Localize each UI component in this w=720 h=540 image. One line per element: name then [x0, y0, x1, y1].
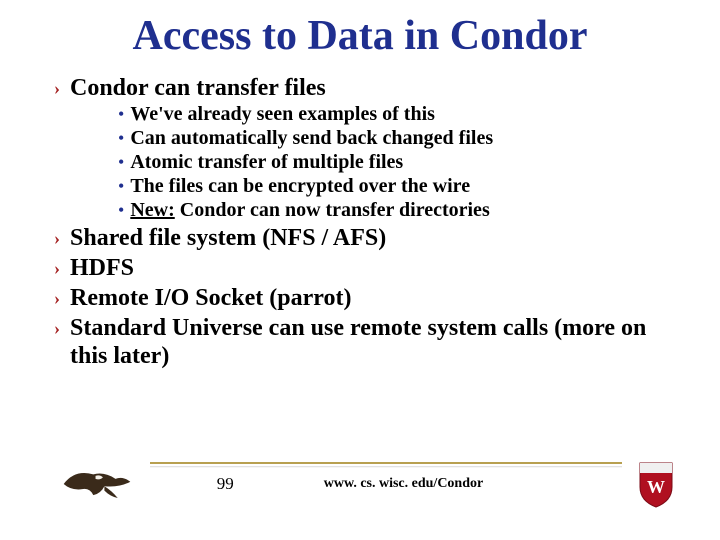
bullet-item: › Standard Universe can use remote syste… [54, 314, 672, 370]
bullet-item: › HDFS [54, 254, 672, 282]
sub-item: • Can automatically send back changed fi… [118, 126, 672, 150]
sub-item: • New: Condor can now transfer directori… [118, 198, 672, 222]
footer-center: 99 www. cs. wisc. edu/Condor [104, 474, 636, 494]
bullet-dot-icon: • [118, 150, 124, 174]
slide: Access to Data in Condor › Condor can tr… [0, 0, 720, 540]
svg-text:W: W [647, 477, 665, 497]
sub-item: • Atomic transfer of multiple files [118, 150, 672, 174]
bullet-text: HDFS [70, 254, 134, 282]
footer: 99 www. cs. wisc. edu/Condor W [60, 456, 676, 512]
sub-text: We've already seen examples of this [130, 102, 435, 126]
bullet-item: › Remote I/O Socket (parrot) [54, 284, 672, 312]
sub-item: • The files can be encrypted over the wi… [118, 174, 672, 198]
slide-title: Access to Data in Condor [48, 12, 672, 60]
bullet-item: › Shared file system (NFS / AFS) [54, 224, 672, 252]
bullet-text: Shared file system (NFS / AFS) [70, 224, 386, 252]
bullet-text: Standard Universe can use remote system … [70, 314, 672, 370]
bullet-dot-icon: • [118, 174, 124, 198]
chevron-right-icon: › [54, 224, 60, 252]
underline-text: New: [130, 199, 174, 221]
bullet-text: Condor can transfer files [70, 74, 326, 102]
sub-text-rest: Condor can now transfer directories [175, 199, 490, 221]
bullet-text: Remote I/O Socket (parrot) [70, 284, 351, 312]
bullet-dot-icon: • [118, 102, 124, 126]
slide-content: › Condor can transfer files • We've alre… [48, 74, 672, 370]
chevron-right-icon: › [54, 74, 60, 102]
bullet-dot-icon: • [118, 198, 124, 222]
sub-text: Atomic transfer of multiple files [130, 150, 403, 174]
page-number: 99 [217, 474, 234, 494]
sub-list: • We've already seen examples of this • … [118, 102, 672, 222]
chevron-right-icon: › [54, 284, 60, 312]
chevron-right-icon: › [54, 314, 60, 342]
footer-url: www. cs. wisc. edu/Condor [324, 476, 483, 492]
bullet-list: › Condor can transfer files • We've alre… [54, 74, 672, 370]
bullet-item: › Condor can transfer files • We've alre… [54, 74, 672, 222]
chevron-right-icon: › [54, 254, 60, 282]
sub-text: New: Condor can now transfer directories [130, 198, 489, 222]
bullet-dot-icon: • [118, 126, 124, 150]
sub-item: • We've already seen examples of this [118, 102, 672, 126]
wisconsin-shield-icon: W [636, 459, 676, 509]
sub-text: The files can be encrypted over the wire [130, 174, 470, 198]
sub-text: Can automatically send back changed file… [130, 126, 493, 150]
